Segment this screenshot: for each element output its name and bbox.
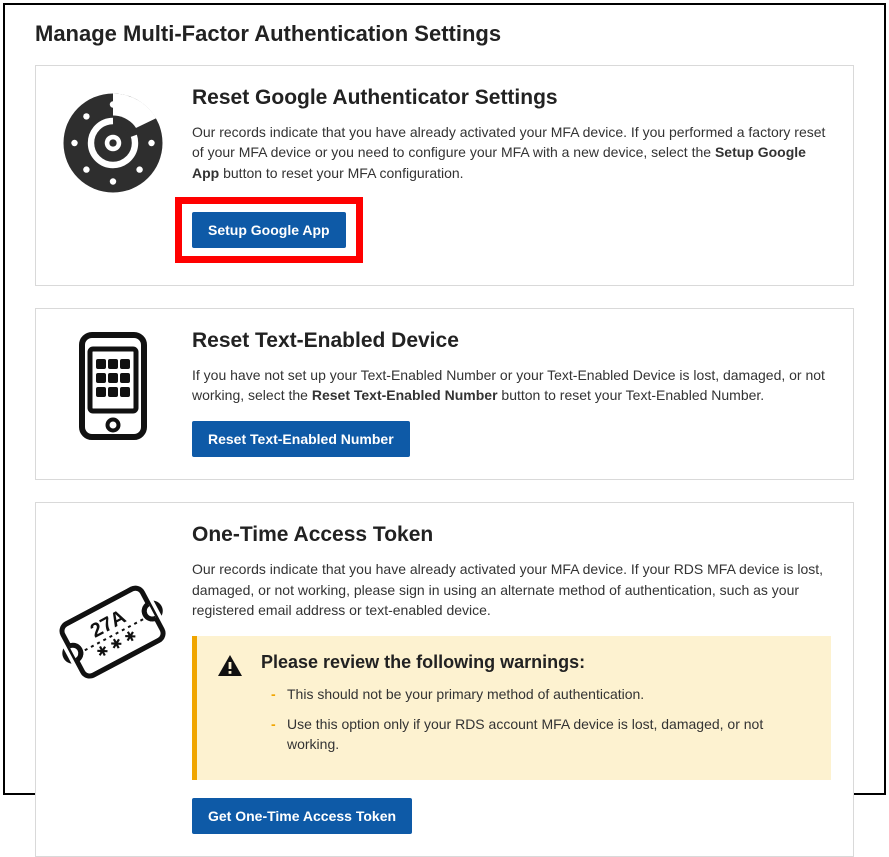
warning-body: Please review the following warnings: Th… [261,652,813,764]
warning-title: Please review the following warnings: [261,652,813,673]
card-reset-text-device: Reset Text-Enabled Device If you have no… [35,308,854,481]
reset-text-number-button[interactable]: Reset Text-Enabled Number [192,421,410,457]
section-title: Reset Google Authenticator Settings [192,86,831,110]
phone-icon [58,329,168,441]
section-content: Reset Google Authenticator Settings Our … [192,86,831,263]
desc-text-post: button to reset your MFA configuration. [219,165,463,181]
section-title: Reset Text-Enabled Device [192,329,831,353]
section-content: One-Time Access Token Our records indica… [192,523,831,834]
warning-list: This should not be your primary method o… [261,685,813,754]
section-description: Our records indicate that you have alrea… [192,559,831,620]
section-description: If you have not set up your Text-Enabled… [192,365,831,406]
card-one-time-token: 27A ✱✱✱ One-Time Access Token Our record… [35,502,854,857]
page-container: Manage Multi-Factor Authentication Setti… [3,3,886,795]
section-content: Reset Text-Enabled Device If you have no… [192,329,831,458]
card-reset-google-auth: Reset Google Authenticator Settings Our … [35,65,854,286]
warning-item: Use this option only if your RDS account… [271,715,813,754]
warning-panel: Please review the following warnings: Th… [192,636,831,780]
authenticator-icon [58,86,168,198]
section-title: One-Time Access Token [192,523,831,547]
get-one-time-token-button[interactable]: Get One-Time Access Token [192,798,412,834]
highlight-box: Setup Google App [175,197,363,263]
warning-item: This should not be your primary method o… [271,685,813,705]
ticket-icon: 27A ✱✱✱ [58,523,168,693]
warning-icon [217,652,245,764]
page-title: Manage Multi-Factor Authentication Setti… [35,21,854,47]
section-description: Our records indicate that you have alrea… [192,122,831,183]
desc-text-bold: Reset Text-Enabled Number [312,387,498,403]
desc-text-post: button to reset your Text-Enabled Number… [498,387,765,403]
setup-google-app-button[interactable]: Setup Google App [192,212,346,248]
